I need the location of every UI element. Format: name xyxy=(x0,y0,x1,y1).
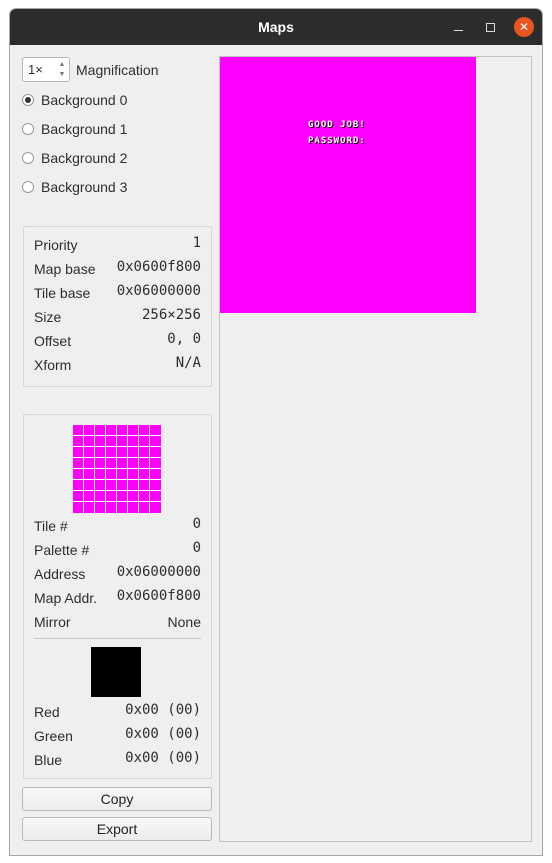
magnification-label: Magnification xyxy=(76,62,159,78)
tile-grid-line xyxy=(116,425,117,513)
tile-base-label: Tile base xyxy=(34,285,91,301)
blue-row: Blue 0x00 (00) xyxy=(34,750,201,772)
offset-value: 0, 0 xyxy=(167,331,201,347)
tile-base-row: Tile base 0x06000000 xyxy=(34,283,201,305)
address-label: Address xyxy=(34,566,86,582)
green-label: Green xyxy=(34,728,73,744)
tile-grid-line xyxy=(94,425,95,513)
tile-grid-line xyxy=(73,457,161,458)
radio-label[interactable]: Background 1 xyxy=(41,121,127,137)
minimize-icon xyxy=(453,29,463,31)
radio-label[interactable]: Background 0 xyxy=(41,92,127,108)
radio-background-0[interactable]: Background 0 xyxy=(22,90,127,110)
radio-background-2[interactable]: Background 2 xyxy=(22,148,127,168)
radio-indicator[interactable] xyxy=(22,123,34,135)
map-base-row: Map base 0x0600f800 xyxy=(34,259,201,281)
radio-indicator[interactable] xyxy=(22,181,34,193)
tile-num-label: Tile # xyxy=(34,518,68,534)
tile-grid-line xyxy=(73,468,161,469)
map-text-line-2: PASSWORD: xyxy=(308,136,366,146)
mirror-label: Mirror xyxy=(34,614,71,630)
color-swatch xyxy=(91,647,141,697)
spin-arrows[interactable]: ▲ ▼ xyxy=(57,60,67,79)
map-addr-label: Map Addr. xyxy=(34,590,98,606)
map-base-label: Map base xyxy=(34,261,96,277)
tile-grid-line xyxy=(73,479,161,480)
map-addr-value: 0x0600f800 xyxy=(116,588,201,604)
size-value: 256×256 xyxy=(141,307,201,323)
tile-grid-line xyxy=(149,425,150,513)
blue-value: 0x00 (00) xyxy=(125,750,201,766)
palette-num-row: Palette # 0 xyxy=(34,540,201,562)
green-value: 0x00 (00) xyxy=(125,726,201,742)
mirror-value: None xyxy=(167,614,201,630)
tile-grid-line xyxy=(73,446,161,447)
maximize-button[interactable] xyxy=(480,17,500,37)
address-value: 0x06000000 xyxy=(116,564,201,580)
tile-grid-line xyxy=(105,425,106,513)
magnification-value[interactable]: 1× xyxy=(28,62,43,77)
title-bar[interactable]: Maps ✕ xyxy=(10,9,542,45)
size-row: Size 256×256 xyxy=(34,307,201,329)
blue-label: Blue xyxy=(34,752,63,768)
red-label: Red xyxy=(34,704,60,720)
tile-grid-line xyxy=(127,425,128,513)
radio-indicator[interactable] xyxy=(22,152,34,164)
radio-label[interactable]: Background 2 xyxy=(41,150,127,166)
tile-info-group: Tile # 0 Palette # 0 Address 0x06000000 Map… xyxy=(23,414,212,779)
close-icon: ✕ xyxy=(518,20,530,34)
green-row: Green 0x00 (00) xyxy=(34,726,201,748)
radio-indicator-checked[interactable] xyxy=(22,94,34,106)
tile-base-value: 0x06000000 xyxy=(116,283,201,299)
xform-label: Xform xyxy=(34,357,72,373)
tile-num-value: 0 xyxy=(192,516,201,532)
map-text-line-1: GOOD JOB! xyxy=(308,120,366,130)
minimize-button[interactable] xyxy=(448,17,468,37)
tile-grid-line xyxy=(73,435,161,436)
tile-num-row: Tile # 0 xyxy=(34,516,201,538)
priority-value: 1 xyxy=(192,235,201,251)
tile-grid-line xyxy=(138,425,139,513)
map-addr-row: Map Addr. 0x0600f800 xyxy=(34,588,201,610)
close-button[interactable]: ✕ xyxy=(514,17,534,37)
xform-value: N/A xyxy=(175,355,201,371)
mirror-row: Mirror None xyxy=(34,612,201,634)
export-button[interactable]: Export xyxy=(22,817,212,841)
tile-preview xyxy=(73,425,161,513)
spin-up-icon[interactable]: ▲ xyxy=(59,60,66,69)
palette-num-value: 0 xyxy=(192,540,201,556)
map-preview-image[interactable]: GOOD JOB! PASSWORD: xyxy=(220,57,476,313)
tile-grid-line xyxy=(83,425,84,513)
copy-button[interactable]: Copy xyxy=(22,787,212,811)
size-label: Size xyxy=(34,309,62,325)
offset-label: Offset xyxy=(34,333,72,349)
red-row: Red 0x00 (00) xyxy=(34,702,201,724)
maximize-icon xyxy=(485,22,495,32)
red-value: 0x00 (00) xyxy=(125,702,201,718)
priority-row: Priority 1 xyxy=(34,235,201,257)
map-info-group: Priority 1 Map base 0x0600f800 Tile base 0x… xyxy=(23,226,212,387)
map-viewport[interactable]: GOOD JOB! PASSWORD: xyxy=(219,56,532,842)
xform-row: Xform N/A xyxy=(34,355,201,377)
address-row: Address 0x06000000 xyxy=(34,564,201,586)
spin-down-icon[interactable]: ▼ xyxy=(59,70,66,79)
magnification-spinbox[interactable]: 1× ▲ ▼ xyxy=(22,57,70,82)
radio-background-1[interactable]: Background 1 xyxy=(22,119,127,139)
radio-background-3[interactable]: Background 3 xyxy=(22,177,127,197)
priority-label: Priority xyxy=(34,237,78,253)
radio-label[interactable]: Background 3 xyxy=(41,179,127,195)
offset-row: Offset 0, 0 xyxy=(34,331,201,353)
palette-num-label: Palette # xyxy=(34,542,90,558)
map-base-value: 0x0600f800 xyxy=(116,259,201,275)
separator xyxy=(34,638,201,639)
tile-grid-line xyxy=(73,501,161,502)
tile-grid-line xyxy=(73,490,161,491)
maps-window: Maps ✕ 1× ▲ ▼ Magnification Background 0… xyxy=(9,8,543,856)
